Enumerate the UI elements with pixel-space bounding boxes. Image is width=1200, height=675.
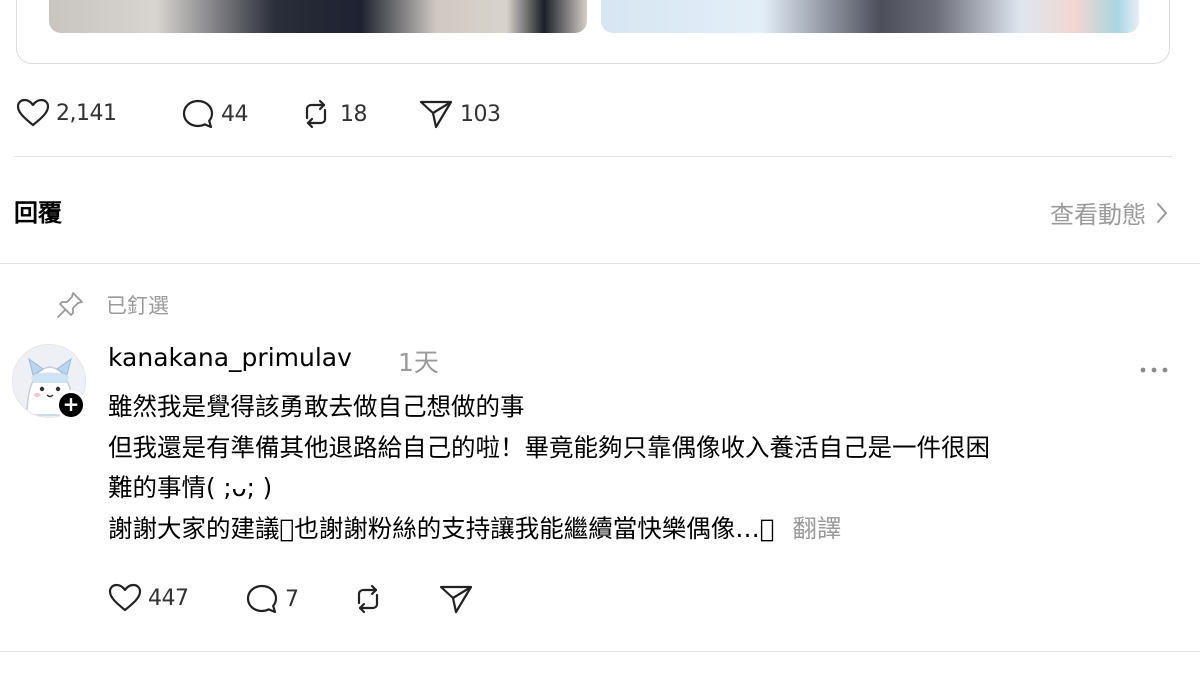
post-comment-button[interactable]: 44 (181, 98, 249, 130)
repost-icon (357, 584, 379, 614)
pinned-label: 已釘選 (106, 294, 169, 318)
view-activity-label: 查看動態 (1050, 201, 1146, 229)
chevron-right-icon (1157, 202, 1167, 223)
more-options-button[interactable] (1140, 358, 1168, 377)
send-icon (439, 585, 473, 614)
reply-like-count: 447 (148, 585, 189, 611)
pin-icon (57, 292, 83, 318)
reply-body: 雖然我是覺得該勇敢去做自己想做的事 但我還是有準備其他退路給自己的啦！畢竟能夠只… (108, 387, 1178, 549)
reply-line: 謝謝大家的建議􀀀也謝謝粉絲的支持讓我能繼續當快樂偶像…􀀀 (108, 513, 775, 543)
post-media-card (16, 0, 1170, 64)
reply-line: 但我還是有準備其他退路給自己的啦！畢竟能夠只靠偶像收入養活自己是一件很困 (108, 432, 990, 462)
post-comment-count: 44 (221, 101, 249, 127)
post-repost-count: 18 (340, 101, 368, 127)
send-icon (419, 100, 453, 129)
divider (0, 651, 1200, 652)
reply-timestamp[interactable]: 1天 (398, 343, 439, 379)
reply-repost-button[interactable] (350, 583, 386, 615)
reply-username[interactable]: kanakana_primulav (108, 343, 352, 372)
post-image-left[interactable] (49, 0, 587, 33)
reply-comment-count: 7 (285, 586, 299, 612)
post-share-button[interactable]: 103 (418, 98, 501, 130)
post-like-button[interactable]: 2,141 (16, 98, 117, 128)
more-dots-icon (1140, 367, 1168, 373)
follow-plus-button[interactable]: + (56, 390, 86, 420)
reply-line: 難的事情( ;ᴗ; ) (108, 473, 273, 502)
reply-share-button[interactable] (438, 583, 474, 615)
comment-bubble-icon (246, 584, 278, 614)
reply-comment-button[interactable]: 7 (245, 583, 299, 615)
post-repost-button[interactable]: 18 (298, 98, 368, 130)
heart-icon (16, 98, 50, 127)
view-activity-link[interactable]: 查看動態 (1050, 195, 1168, 230)
replies-section-title: 回覆 (14, 199, 62, 227)
post-image-right[interactable] (601, 0, 1139, 33)
post-share-count: 103 (460, 101, 501, 127)
post-like-count: 2,141 (56, 100, 117, 126)
pinned-indicator: 已釘選 (56, 290, 169, 320)
heart-icon (108, 583, 142, 612)
comment-bubble-icon (182, 99, 214, 129)
divider (0, 263, 1200, 264)
reply-like-button[interactable]: 447 (108, 583, 189, 613)
reply-line: 雖然我是覺得該勇敢去做自己想做的事 (108, 392, 525, 421)
repost-icon (305, 99, 327, 129)
divider (14, 156, 1172, 157)
translate-link[interactable]: 翻譯 (792, 514, 841, 543)
